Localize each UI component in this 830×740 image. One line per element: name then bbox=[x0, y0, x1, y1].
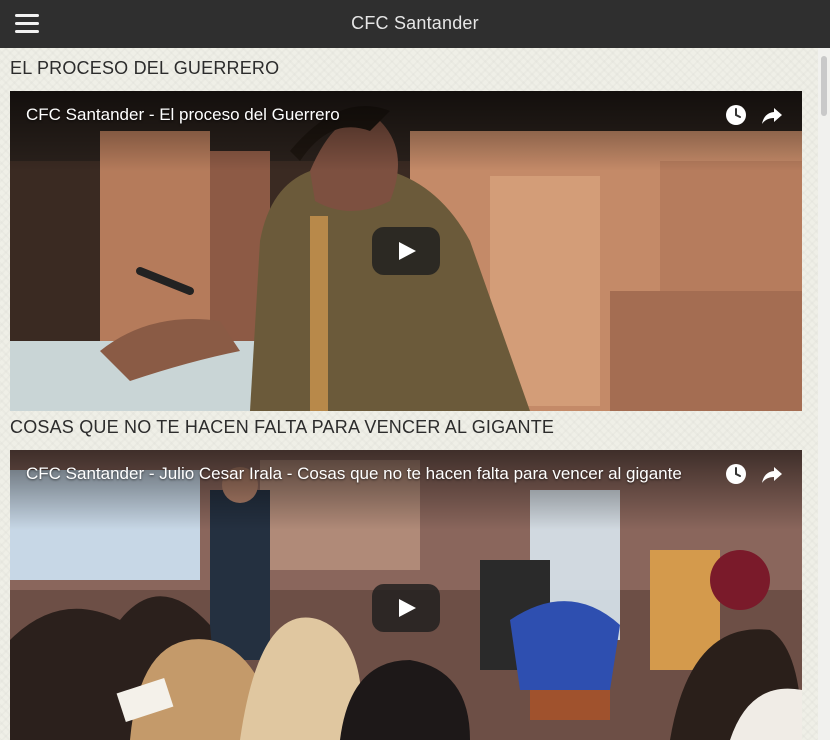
play-icon bbox=[399, 242, 416, 260]
scrollbar-thumb[interactable] bbox=[821, 56, 827, 116]
main-content: EL PROCESO DEL GUERRERO CFC Santander - … bbox=[0, 48, 818, 740]
play-icon bbox=[399, 599, 416, 617]
section-heading: COSAS QUE NO TE HACEN FALTA PARA VENCER … bbox=[10, 417, 555, 437]
share-icon[interactable] bbox=[760, 103, 784, 127]
section-heading: EL PROCESO DEL GUERRERO bbox=[10, 58, 280, 78]
app-header: CFC Santander bbox=[0, 0, 830, 48]
play-button[interactable] bbox=[372, 227, 440, 275]
app-title: CFC Santander bbox=[351, 13, 479, 33]
video-title[interactable]: CFC Santander - Julio Cesar Irala - Cosa… bbox=[26, 464, 682, 484]
video-title[interactable]: CFC Santander - El proceso del Guerrero bbox=[26, 105, 340, 125]
scrollbar[interactable] bbox=[818, 48, 830, 740]
video-player[interactable]: CFC Santander - El proceso del Guerrero bbox=[10, 91, 802, 411]
share-icon[interactable] bbox=[760, 462, 784, 486]
play-button[interactable] bbox=[372, 584, 440, 632]
clock-icon[interactable] bbox=[724, 462, 748, 486]
clock-icon[interactable] bbox=[724, 103, 748, 127]
video-player[interactable]: CFC Santander - Julio Cesar Irala - Cosa… bbox=[10, 450, 802, 740]
